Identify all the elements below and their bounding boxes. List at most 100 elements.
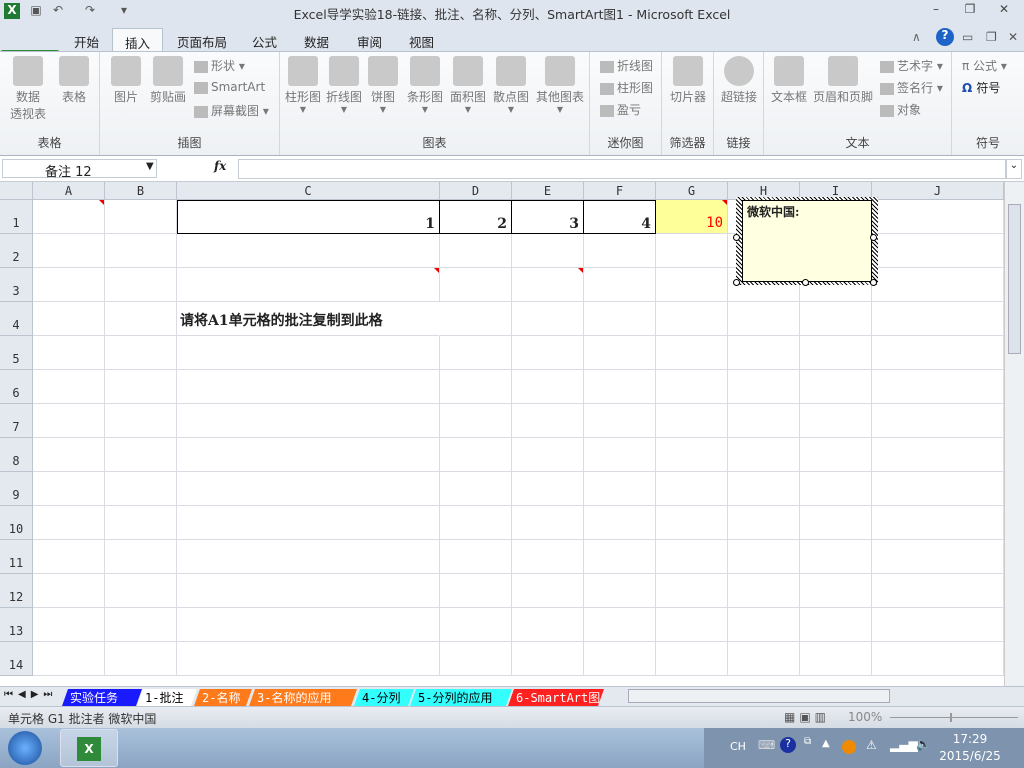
row-header-8[interactable]: 8 — [0, 438, 33, 472]
cell-B14[interactable] — [105, 642, 177, 676]
cell-B7[interactable] — [105, 404, 177, 438]
cell-E3[interactable] — [512, 268, 584, 302]
cell-H10[interactable] — [728, 506, 800, 540]
sparkline-column-button[interactable]: 柱形图 — [600, 79, 653, 96]
cell-A6[interactable] — [33, 370, 105, 404]
cell-C7[interactable] — [177, 404, 440, 438]
header-footer-button[interactable]: 页眉和页脚 — [810, 52, 876, 105]
resize-handle[interactable] — [802, 279, 809, 286]
picture-button[interactable]: 图片 — [104, 52, 148, 105]
cell-G6[interactable] — [656, 370, 728, 404]
symbol-button[interactable]: Ω 符号 — [962, 79, 1000, 96]
cell-E7[interactable] — [512, 404, 584, 438]
cell-F11[interactable] — [584, 540, 656, 574]
row-header-12[interactable]: 12 — [0, 574, 33, 608]
table-button[interactable]: 表格 — [52, 52, 96, 105]
help-icon[interactable]: ? — [936, 28, 954, 46]
cell-A8[interactable] — [33, 438, 105, 472]
cell-A14[interactable] — [33, 642, 105, 676]
zoom-slider[interactable] — [890, 717, 1018, 718]
tab-data[interactable]: 数据 — [292, 28, 341, 52]
zoom-slider-thumb[interactable] — [950, 713, 952, 722]
cell-G2[interactable] — [656, 234, 728, 268]
clipart-button[interactable]: 剪贴画 — [146, 52, 190, 105]
cell-A2[interactable] — [33, 234, 105, 268]
cell-J1[interactable] — [872, 200, 1004, 234]
cell-G10[interactable] — [656, 506, 728, 540]
cell-F6[interactable] — [584, 370, 656, 404]
signal-icon[interactable]: ▂▄▆ — [890, 738, 918, 752]
cell-H13[interactable] — [728, 608, 800, 642]
cell-I10[interactable] — [800, 506, 872, 540]
cell-G11[interactable] — [656, 540, 728, 574]
cell-B9[interactable] — [105, 472, 177, 506]
cell-J4[interactable] — [872, 302, 1004, 336]
column-header-G[interactable]: G — [656, 182, 728, 200]
smartart-button[interactable]: SmartArt — [194, 80, 265, 94]
column-header-A[interactable]: A — [33, 182, 105, 200]
workbook-restore-button[interactable]: ❐ — [986, 30, 997, 44]
cell-J12[interactable] — [872, 574, 1004, 608]
resize-handle[interactable] — [870, 234, 877, 241]
sheet-tab[interactable]: 1-批注 — [137, 689, 197, 706]
row-header-9[interactable]: 9 — [0, 472, 33, 506]
cell-A13[interactable] — [33, 608, 105, 642]
cell-B4[interactable] — [105, 302, 177, 336]
sheet-tab[interactable]: 2-名称 — [194, 689, 252, 706]
cell-A12[interactable] — [33, 574, 105, 608]
row-header-10[interactable]: 10 — [0, 506, 33, 540]
cell-D14[interactable] — [440, 642, 512, 676]
name-box-dropdown-icon[interactable]: ▼ — [146, 161, 154, 172]
area-chart-button[interactable]: 面积图 ▼ — [446, 52, 490, 114]
object-button[interactable]: 对象 — [880, 101, 921, 118]
workbook-close-button[interactable]: ✕ — [1008, 30, 1018, 44]
cell-C8[interactable] — [177, 438, 440, 472]
signature-line-button[interactable]: 签名行 ▾ — [880, 79, 943, 96]
cell-J6[interactable] — [872, 370, 1004, 404]
close-button[interactable]: ✕ — [992, 2, 1016, 20]
row-header-7[interactable]: 7 — [0, 404, 33, 438]
cell-D13[interactable] — [440, 608, 512, 642]
keyboard-icon[interactable]: ⌨ — [758, 738, 775, 752]
column-header-B[interactable]: B — [105, 182, 177, 200]
cell-D10[interactable] — [440, 506, 512, 540]
sheet-tab[interactable]: 5-分列的应用 — [410, 689, 512, 706]
cell-G1[interactable]: 10 — [656, 200, 728, 234]
cell-H9[interactable] — [728, 472, 800, 506]
cell-F4[interactable] — [584, 302, 656, 336]
cell-H14[interactable] — [728, 642, 800, 676]
sheet-nav-arrows-icon[interactable]: ⏮◀▶⏭ — [4, 689, 57, 700]
slicer-button[interactable]: 切片器 — [664, 52, 712, 105]
wordart-button[interactable]: 艺术字 ▾ — [880, 57, 943, 74]
cell-C11[interactable] — [177, 540, 440, 574]
cell-G9[interactable] — [656, 472, 728, 506]
cell-E1[interactable]: 3 — [512, 200, 584, 234]
cell-H8[interactable] — [728, 438, 800, 472]
start-button[interactable] — [8, 731, 42, 765]
cell-I9[interactable] — [800, 472, 872, 506]
sparkline-winloss-button[interactable]: 盈亏 — [600, 101, 641, 118]
cell-H5[interactable] — [728, 336, 800, 370]
cell-H11[interactable] — [728, 540, 800, 574]
cell-E4[interactable] — [512, 302, 584, 336]
cell-D8[interactable] — [440, 438, 512, 472]
cell-E5[interactable] — [512, 336, 584, 370]
taskbar-excel-button[interactable]: X — [60, 729, 118, 767]
cell-F8[interactable] — [584, 438, 656, 472]
row-header-4[interactable]: 4 — [0, 302, 33, 336]
cell-J13[interactable] — [872, 608, 1004, 642]
sheet-tab[interactable]: 实验任务 — [62, 689, 142, 706]
cell-D5[interactable] — [440, 336, 512, 370]
cell-C14[interactable] — [177, 642, 440, 676]
cell-G7[interactable] — [656, 404, 728, 438]
cell-F10[interactable] — [584, 506, 656, 540]
cell-C4[interactable]: 请将A1单元格的批注复制到此格 — [177, 302, 440, 336]
restore-button[interactable]: ❐ — [958, 2, 982, 20]
cell-C9[interactable] — [177, 472, 440, 506]
cell-G4[interactable] — [656, 302, 728, 336]
cell-G5[interactable] — [656, 336, 728, 370]
tab-home[interactable]: 开始 — [62, 28, 111, 52]
cell-J11[interactable] — [872, 540, 1004, 574]
name-box[interactable]: 备注 12 — [2, 159, 157, 180]
tab-formulas[interactable]: 公式 — [240, 28, 289, 52]
